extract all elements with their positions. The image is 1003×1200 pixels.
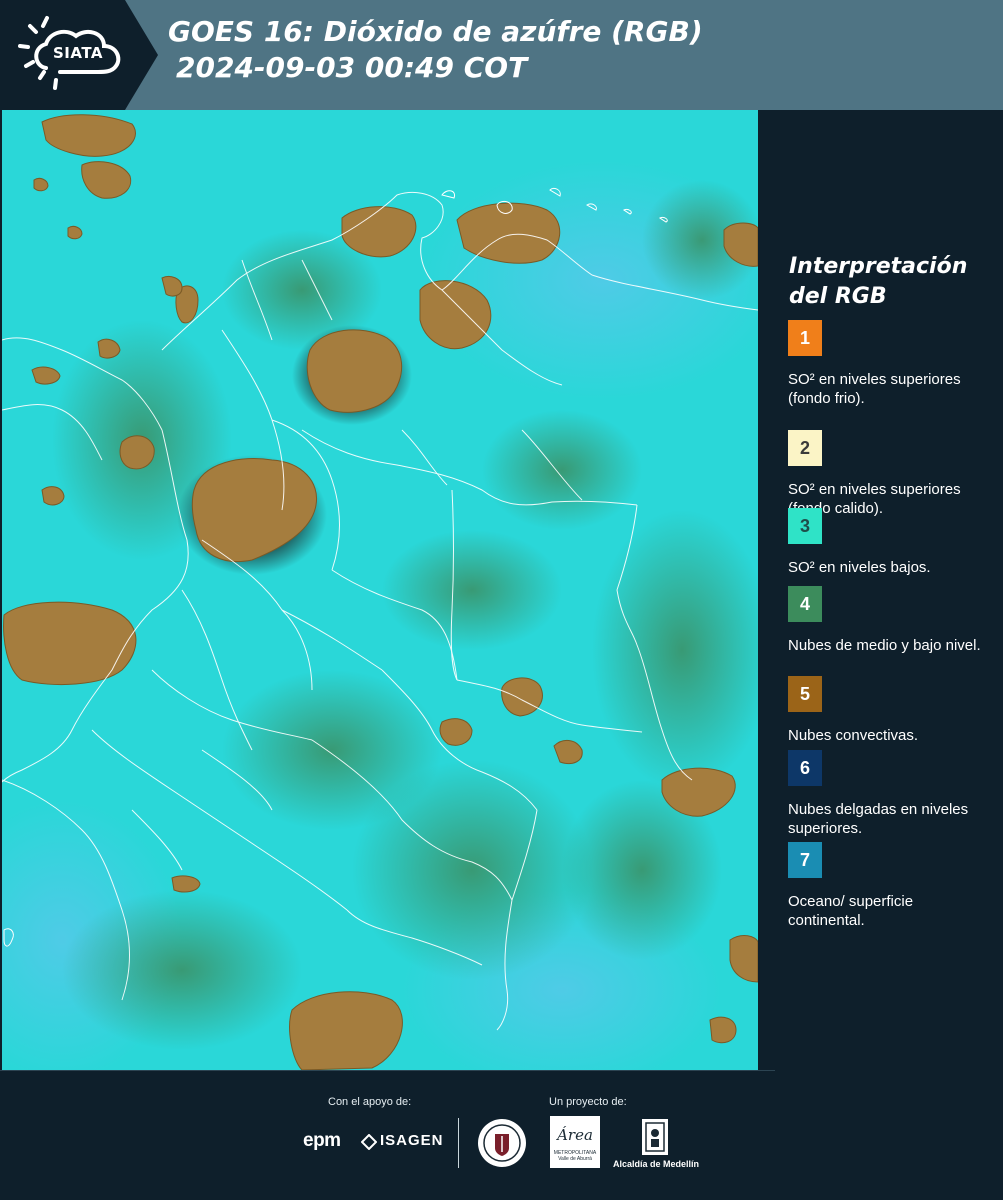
epm-logo: epm: [303, 1130, 341, 1151]
legend-item-1: 1 SO² en niveles superiores (fondo frio).: [788, 320, 988, 408]
area-logo-name: Área: [557, 1126, 593, 1144]
legend-item-2: 2 SO² en niveles superiores (fondo calido…: [788, 430, 988, 518]
legend-swatch: 7: [788, 842, 822, 878]
alcaldia-shield-icon: [642, 1119, 668, 1155]
footer-separator: [458, 1118, 459, 1168]
legend-description: Nubes convectivas.: [788, 727, 919, 744]
legend-title: Interpretación del RGB: [789, 254, 968, 309]
isagen-mark-icon: [361, 1134, 377, 1150]
legend-swatch: 6: [788, 750, 822, 786]
project-label: Un proyecto de:: [549, 1096, 627, 1108]
university-seal-icon: [478, 1119, 526, 1167]
page-title: GOES 16: Dióxido de azúfre (RGB) 2024-09…: [168, 14, 703, 86]
area-metropolitana-logo: Área METROPOLITANA Valle de Aburrá: [550, 1116, 600, 1168]
title-line-1: GOES 16: Dióxido de azúfre (RGB): [168, 15, 703, 48]
legend-description: Oceano/ superficie continental.: [788, 893, 914, 929]
legend-swatch: 1: [788, 320, 822, 356]
isagen-logo: ISAGEN: [380, 1132, 444, 1149]
legend-description: SO² en niveles bajos.: [788, 559, 931, 576]
satellite-map-image: [2, 110, 758, 1070]
legend-swatch: 4: [788, 586, 822, 622]
footer: Con el apoyo de: Un proyecto de: epm ISA…: [0, 1070, 1003, 1200]
support-label: Con el apoyo de:: [328, 1096, 412, 1108]
alcaldia-label: Alcaldía de Medellín: [613, 1159, 700, 1169]
header-bar: SIATA GOES 16: Dióxido de azúfre (RGB) 2…: [0, 0, 1003, 110]
siata-logo: SIATA: [0, 0, 158, 110]
satellite-map: [2, 110, 758, 1070]
area-logo-subtitle: METROPOLITANA Valle de Aburrá: [553, 1150, 597, 1162]
legend-panel: Interpretación del RGB 1 SO² en niveles s…: [758, 110, 1003, 1070]
legend-swatch: 3: [788, 508, 822, 544]
legend-item-3: 3 SO² en niveles bajos.: [788, 508, 988, 577]
title-line-2: 2024-09-03 00:49 COT: [176, 51, 528, 84]
legend-description: SO² en niveles superiores (fondo frio).: [788, 371, 961, 407]
legend-item-7: 7 Oceano/ superficie continental.: [788, 842, 988, 930]
legend-description: Nubes delgadas en niveles superiores.: [788, 801, 969, 837]
legend-item-5: 5 Nubes convectivas.: [788, 676, 988, 745]
legend-swatch: 2: [788, 430, 822, 466]
legend-item-6: 6 Nubes delgadas en niveles superiores.: [788, 750, 988, 838]
legend-swatch: 5: [788, 676, 822, 712]
footer-divider-line: [0, 1070, 775, 1071]
legend-item-4: 4 Nubes de medio y bajo nivel.: [788, 586, 988, 655]
siata-logo-text: SIATA: [52, 44, 103, 62]
legend-description: Nubes de medio y bajo nivel.: [788, 637, 981, 654]
